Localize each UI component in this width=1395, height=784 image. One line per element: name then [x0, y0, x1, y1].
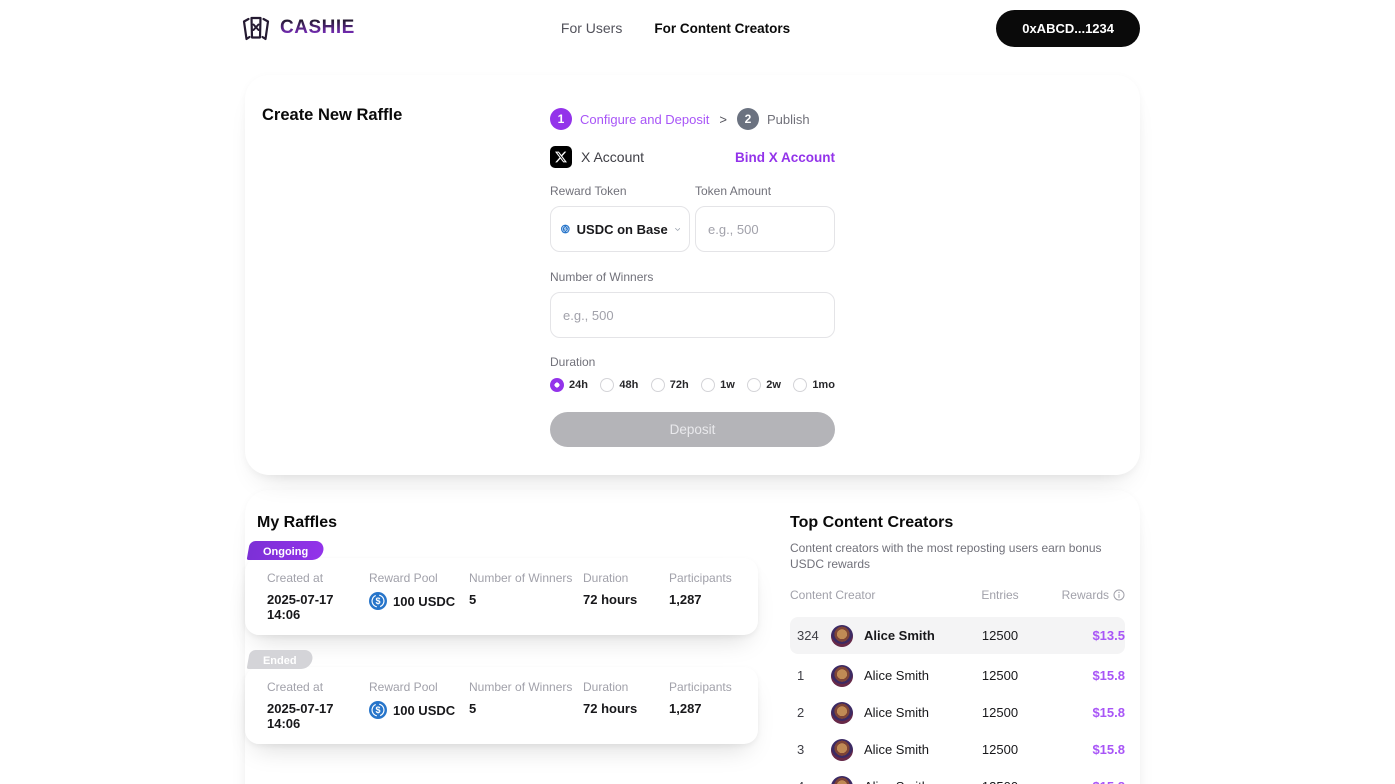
- raffle-card[interactable]: Created at 2025-07-17 14:06 Reward Pool …: [245, 558, 758, 635]
- x-logo-icon: [550, 146, 572, 168]
- duration-radio-48h[interactable]: 48h: [600, 378, 638, 392]
- x-account-label: X Account: [581, 149, 645, 165]
- raffle-duration-stat: Duration 72 hours: [583, 680, 638, 716]
- duration-radio-72h[interactable]: 72h: [650, 378, 689, 392]
- usdc-icon: $: [369, 592, 387, 610]
- radio-icon: [650, 378, 665, 392]
- raffle-created-stat: Created at 2025-07-17 14:06: [267, 571, 334, 622]
- avatar: [831, 775, 853, 784]
- duration-radio-24h[interactable]: 24h: [550, 378, 588, 392]
- chevron-right-icon: >: [719, 111, 727, 127]
- raffle-participants-stat: Participants 1,287: [669, 680, 732, 716]
- radio-icon: [701, 378, 716, 392]
- duration-field: Duration 24h 48h 72h 1w 2w 1mo: [550, 355, 835, 392]
- page: CASHIE For Users For Content Creators 0x…: [0, 0, 1395, 784]
- my-raffles-section: My Raffles Ongoing Created at 2025-07-17…: [245, 514, 760, 784]
- create-raffle-card: Create New Raffle 1 Configure and Deposi…: [245, 75, 1140, 475]
- deposit-button[interactable]: Deposit: [550, 412, 835, 447]
- raffle-winners-stat: Number of Winners 5: [469, 571, 573, 607]
- duration-options: 24h 48h 72h 1w 2w 1mo: [550, 378, 835, 392]
- raffle-item: Ongoing Created at 2025-07-17 14:06 Rewa…: [245, 541, 760, 635]
- wallet-address-button[interactable]: 0xABCD...1234: [996, 9, 1140, 47]
- winners-field: Number of Winners: [550, 270, 835, 338]
- bottom-section-card: My Raffles Ongoing Created at 2025-07-17…: [245, 490, 1140, 784]
- reward-token-value: USDC on Base: [576, 221, 668, 237]
- nav-for-content-creators[interactable]: For Content Creators: [654, 21, 790, 36]
- my-raffles-title: My Raffles: [257, 514, 338, 531]
- creators-table-header: Content Creator Entries Rewards: [790, 588, 1125, 602]
- duration-radio-1w[interactable]: 1w: [701, 378, 735, 392]
- duration-radio-2w[interactable]: 2w: [747, 378, 781, 392]
- chevron-down-icon: [674, 227, 680, 231]
- raffle-card[interactable]: Created at 2025-07-17 14:06 Reward Pool …: [245, 667, 758, 744]
- top-creators-title: Top Content Creators: [790, 514, 954, 531]
- status-badge: Ended: [246, 650, 314, 669]
- step-1-circle: 1: [550, 108, 572, 130]
- step-1-label: Configure and Deposit: [580, 111, 710, 127]
- avatar: [831, 664, 853, 687]
- top-creators-subtitle: Content creators with the most reposting…: [790, 541, 1102, 572]
- duration-radio-1mo[interactable]: 1mo: [793, 378, 835, 392]
- top-creators-section: Top Content Creators Content creators wi…: [790, 514, 1125, 784]
- raffle-winners-stat: Number of Winners 5: [469, 680, 573, 716]
- creator-row[interactable]: 4 Alice Smith 12500 $15.8: [790, 768, 1125, 784]
- token-amount-input[interactable]: [695, 206, 835, 252]
- winners-label: Number of Winners: [550, 270, 654, 284]
- avatar: [831, 624, 853, 647]
- creator-row[interactable]: 2 Alice Smith 12500 $15.8: [790, 694, 1125, 731]
- radio-icon: [550, 378, 564, 392]
- brand-logo[interactable]: CASHIE: [240, 12, 355, 44]
- svg-text:$: $: [375, 596, 380, 606]
- step-2-circle: 2: [736, 108, 759, 130]
- ticket-logo-icon: [242, 16, 270, 41]
- usdc-icon: $: [369, 701, 387, 719]
- reward-token-label: Reward Token: [550, 184, 627, 198]
- raffle-duration-stat: Duration 72 hours: [583, 571, 638, 607]
- stepper: 1 Configure and Deposit > 2 Publish: [550, 108, 835, 130]
- step-2-label: Publish: [766, 111, 810, 127]
- raffle-pool-stat: Reward Pool $ 100 USDC: [369, 571, 456, 610]
- usdc-icon: $: [561, 224, 570, 234]
- radio-icon: [747, 378, 762, 392]
- info-icon[interactable]: [1113, 589, 1125, 601]
- creator-row[interactable]: 3 Alice Smith 12500 $15.8: [790, 731, 1125, 768]
- reward-token-field: Reward Token $ USDC on Base: [550, 184, 690, 252]
- brand-name: CASHIE: [280, 17, 355, 38]
- raffle-item: Ended Created at 2025-07-17 14:06 Reward…: [245, 650, 760, 744]
- nav-for-users[interactable]: For Users: [561, 20, 622, 36]
- avatar: [831, 701, 853, 724]
- status-badge: Ongoing: [246, 541, 326, 560]
- create-raffle-title: Create New Raffle: [262, 106, 403, 124]
- raffle-pool-stat: Reward Pool $ 100 USDC: [369, 680, 456, 719]
- svg-text:$: $: [375, 705, 380, 715]
- token-fields-row: Reward Token $ USDC on Base Token Amount…: [550, 184, 835, 252]
- raffle-created-stat: Created at 2025-07-17 14:06: [267, 680, 334, 731]
- avatar: [831, 738, 853, 761]
- main-nav: For Users For Content Creators: [355, 20, 996, 36]
- radio-icon: [793, 378, 808, 392]
- top-nav: CASHIE For Users For Content Creators 0x…: [0, 0, 1395, 56]
- raffle-participants-stat: Participants 1,287: [669, 571, 732, 607]
- creator-row[interactable]: 1 Alice Smith 12500 $15.8: [790, 657, 1125, 694]
- create-raffle-form: 1 Configure and Deposit > 2 Publish X Ac…: [550, 75, 835, 447]
- bind-x-account-link[interactable]: Bind X Account: [735, 150, 835, 165]
- creator-row[interactable]: 324 Alice Smith 12500 $13.5: [790, 617, 1125, 655]
- duration-label: Duration: [550, 355, 596, 369]
- token-amount-label: Token Amount: [695, 184, 772, 198]
- radio-icon: [600, 378, 615, 392]
- x-account-row: X Account Bind X Account: [550, 146, 835, 168]
- reward-token-select[interactable]: $ USDC on Base: [550, 206, 690, 252]
- token-amount-field: Token Amount: [695, 184, 835, 252]
- winners-input[interactable]: [550, 292, 835, 338]
